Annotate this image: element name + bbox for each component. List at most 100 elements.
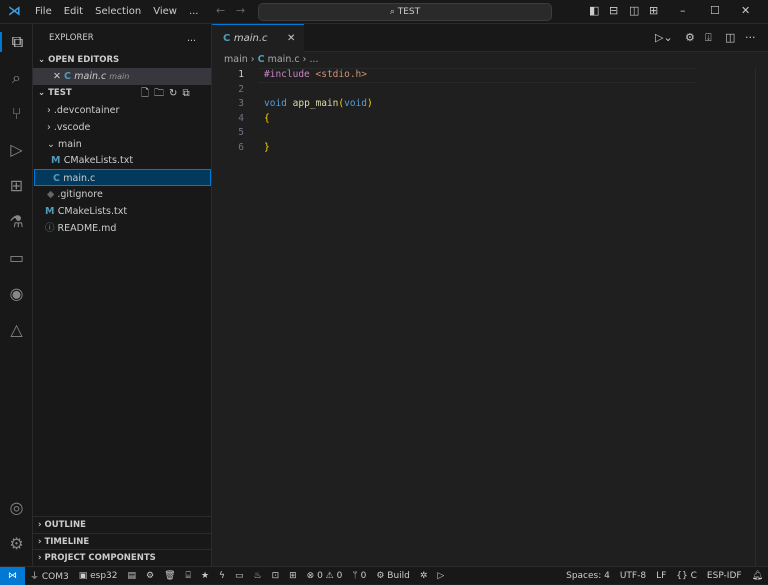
more-actions-icon[interactable]: ···	[745, 31, 756, 44]
collapse-all-icon[interactable]: ⧉	[182, 88, 194, 99]
timeline-section[interactable]: › TIMELINE	[33, 533, 211, 550]
extensions-icon[interactable]: ⊞	[0, 176, 33, 195]
outline-section[interactable]: › OUTLINE	[33, 516, 211, 533]
flash-icon[interactable]: ⍗	[705, 31, 712, 45]
tree-item-main[interactable]: ⌄ main	[33, 136, 211, 153]
breadcrumb-file[interactable]: main.c	[268, 54, 300, 65]
sdkconfig-icon[interactable]: ▤	[123, 571, 142, 581]
close-window-icon[interactable]: ✕	[741, 4, 750, 17]
new-file-icon[interactable]: 🗋	[141, 88, 154, 99]
ports-count: 0	[360, 570, 367, 581]
toggle-secondary-sidebar-icon[interactable]: ◫	[629, 4, 639, 17]
customize-layout-icon[interactable]: ⊞	[649, 4, 658, 17]
close-icon[interactable]: ✕	[53, 71, 64, 82]
search-label: TEST	[397, 7, 421, 17]
espressif-icon[interactable]: ◉	[0, 284, 33, 303]
add-icon[interactable]: ⊞	[284, 571, 302, 581]
search-icon[interactable]: ⌕	[0, 68, 33, 88]
editor-scrollbar[interactable]	[755, 68, 768, 566]
tree-item-devcontainer[interactable]: › .devcontainer	[33, 102, 211, 119]
flame-icon[interactable]: ♨	[248, 571, 266, 581]
tree-item-main-cmakelists[interactable]: M CMakeLists.txt	[33, 152, 211, 169]
tree-item-vscode[interactable]: › .vscode	[33, 119, 211, 136]
tab-label: main.c	[233, 33, 268, 44]
menu-edit[interactable]: Edit	[58, 6, 89, 17]
code-line-6[interactable]: }	[264, 142, 270, 153]
tree-item-readme[interactable]: ⓘ README.md	[33, 220, 211, 237]
section-label: OUTLINE	[44, 520, 86, 530]
debug-icon[interactable]: ✲	[415, 571, 433, 581]
build-button[interactable]: ⚙ Build	[371, 571, 415, 581]
problems-item[interactable]: ⊗ 0 ⚠ 0	[302, 571, 348, 581]
refresh-icon[interactable]: ↻	[169, 88, 182, 99]
title-bar: ⋊ File Edit Selection View ... ← → ⌕ TES…	[0, 0, 768, 24]
minimize-icon[interactable]: –	[680, 4, 686, 17]
notifications-bell-icon[interactable]: 🔔︎	[747, 571, 768, 581]
cmake-file-icon: M	[51, 155, 64, 166]
toggle-sidebar-icon[interactable]: ◧	[589, 4, 599, 17]
esp-idf-item[interactable]: ESP-IDF	[702, 571, 747, 581]
menu-file[interactable]: File	[29, 6, 58, 17]
menu-more[interactable]: ...	[183, 6, 205, 17]
account-icon[interactable]: ◎	[0, 498, 33, 517]
menu-selection[interactable]: Selection	[89, 6, 147, 17]
clean-trash-icon[interactable]: 🗑	[159, 571, 180, 581]
esp-idf-explorer-icon[interactable]: △	[0, 320, 33, 339]
forward-icon[interactable]: →	[236, 4, 245, 17]
menuconfig-gear-icon[interactable]: ⚙	[141, 571, 159, 581]
tree-item-main-c[interactable]: C main.c	[34, 169, 211, 186]
chevron-down-icon: ⌄	[47, 139, 58, 150]
indentation-item[interactable]: Spaces: 4	[561, 571, 615, 581]
flash-method-icon[interactable]: ϟ	[214, 571, 230, 581]
open-editor-item[interactable]: ✕ C main.c main	[33, 68, 211, 85]
tree-label: main	[57, 139, 82, 150]
code-line-3[interactable]: void app_main(void)	[264, 98, 373, 109]
remote-icon[interactable]: ⋈	[0, 566, 25, 585]
encoding-item[interactable]: UTF-8	[615, 571, 651, 581]
run-icon[interactable]: ▷⌄	[655, 31, 673, 44]
database-icon[interactable]: ⌸	[181, 571, 196, 581]
info-icon: ⓘ	[45, 223, 58, 234]
command-center-search[interactable]: ⌕ TEST	[258, 3, 552, 21]
open-editors-header[interactable]: ⌄ OPEN EDITORS	[33, 52, 211, 69]
explorer-icon[interactable]: ⧉	[0, 32, 33, 52]
tree-item-cmakelists[interactable]: M CMakeLists.txt	[33, 203, 211, 220]
folder-icon[interactable]: ▭	[0, 248, 33, 267]
new-folder-icon[interactable]: 🗀	[154, 88, 169, 99]
source-control-icon[interactable]: ⑂	[0, 104, 33, 123]
terminal-icon[interactable]: ⊡	[267, 571, 285, 581]
vscode-logo-icon: ⋊	[8, 4, 21, 19]
explorer-title: EXPLORER	[49, 33, 94, 43]
monitor-icon[interactable]: ▭	[230, 571, 249, 581]
workspace-header[interactable]: ⌄ TEST 🗋🗀↻⧉	[33, 85, 211, 102]
ports-item[interactable]: ᛘ 0	[347, 571, 371, 581]
menu-view[interactable]: View	[147, 6, 183, 17]
target-item[interactable]: ▣ esp32	[74, 571, 123, 581]
gear-icon: ⚙	[376, 570, 388, 581]
serial-port-item[interactable]: ⏚ COM3	[25, 569, 74, 582]
explorer-sidebar: EXPLORER ... ⌄ OPEN EDITORS ✕ C main.c m…	[33, 24, 212, 566]
project-components-section[interactable]: › PROJECT COMPONENTS	[33, 549, 211, 566]
tab-main-c[interactable]: C main.c ✕	[212, 24, 304, 52]
code-line-1[interactable]: #include <stdio.h>	[264, 69, 367, 80]
maximize-icon[interactable]: ☐	[710, 4, 720, 17]
back-icon[interactable]: ←	[216, 4, 225, 17]
tree-label: main.c	[63, 173, 96, 184]
gear-icon[interactable]: ⚙	[685, 31, 695, 44]
star-icon[interactable]: ★	[196, 571, 214, 581]
split-editor-icon[interactable]: ◫	[725, 31, 735, 44]
breadcrumb-symbol[interactable]: ...	[309, 54, 318, 65]
run-icon[interactable]: ▷	[432, 571, 449, 581]
testing-icon[interactable]: ⚗	[0, 212, 33, 231]
breadcrumb-folder[interactable]: main	[224, 54, 248, 65]
eol-item[interactable]: LF	[651, 571, 671, 581]
build-label: Build	[387, 570, 410, 581]
settings-gear-icon[interactable]: ⚙	[0, 534, 33, 553]
language-item[interactable]: {} C	[671, 571, 702, 581]
toggle-panel-icon[interactable]: ⊟	[609, 4, 618, 17]
close-tab-icon[interactable]: ✕	[287, 25, 295, 52]
run-debug-icon[interactable]: ▷	[0, 140, 33, 159]
explorer-more-icon[interactable]: ...	[187, 30, 207, 47]
tree-item-gitignore[interactable]: ◆ .gitignore	[33, 186, 211, 203]
code-line-4[interactable]: {	[264, 113, 270, 124]
